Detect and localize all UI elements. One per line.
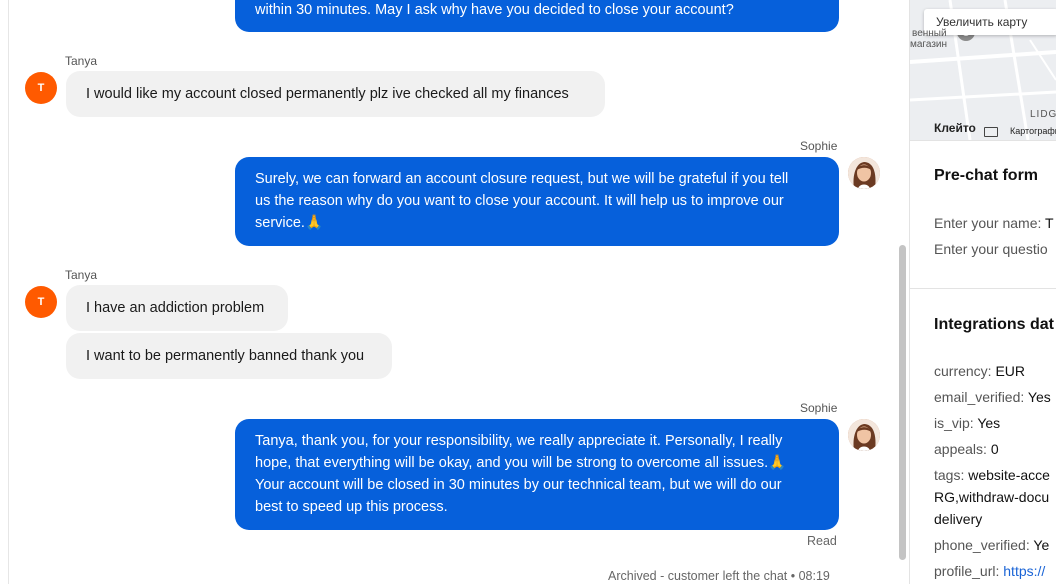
message-line: us the reason why do you want to close y… [255,193,784,209]
profile-url-field: profile_url: https:// [934,563,1045,579]
map-poi-label: магазин [910,39,948,50]
field-label: phone_verified: [934,537,1030,553]
field-label: email_verified: [934,389,1025,405]
message-line: Surely, we can forward an account closur… [255,171,789,187]
email-verified-field: email_verified: Yes [934,389,1051,405]
customer-message-bubble: I would like my account closed permanent… [66,71,605,117]
agent-name: Sophie [800,139,838,153]
is-vip-field: is_vip: Yes [934,415,1000,431]
message-text: I want to be permanently banned thank yo… [86,348,365,364]
field-label: Enter your questio [934,241,1048,257]
message-line: best to speed up this process. [255,499,448,515]
agent-avatar [848,157,880,189]
agent-name: Sophie [800,401,838,415]
details-panel: Увеличить карту венный магазин LIDGE Кле… [910,0,1056,584]
message-text: I would like my account closed permanent… [86,86,569,102]
field-value: 0 [990,441,999,457]
map-poi-label: венный [912,28,947,39]
message-line: hope, that everything will be okay, and … [255,455,787,471]
tags-field: tags: website-acce [934,467,1050,483]
phone-verified-field: phone_verified: Ye [934,537,1049,553]
agent-message-bubble: Surely, we can forward an account closur… [235,157,839,246]
map-city-label: Клейто [934,121,976,135]
keyboard-shortcuts-icon[interactable] [984,127,998,137]
profile-url-link[interactable]: https:// [1003,563,1045,579]
integrations-data-title: Integrations dat [934,316,1055,333]
field-label: tags: [934,467,965,483]
customer-message-bubble: I want to be permanently banned thank yo… [66,333,392,379]
customer-name: Tanya [65,268,98,282]
agent-avatar [848,419,880,451]
field-value: EUR [995,363,1026,379]
section-divider [910,288,1056,289]
prechat-question-field: Enter your questio [934,241,1048,257]
location-map[interactable]: Увеличить карту венный магазин LIDGE Кле… [910,0,1056,140]
section-divider [910,140,1056,141]
currency-field: currency: EUR [934,363,1025,379]
message-line: service.🙏 [255,215,324,231]
message-text: within 30 minutes. May I ask why have yo… [255,2,734,18]
agent-message-bubble: within 30 minutes. May I ask why have yo… [235,0,839,32]
chat-transcript: within 30 minutes. May I ask why have yo… [8,0,903,584]
field-label: currency: [934,363,992,379]
message-line: Tanya, thank you, for your responsibilit… [255,433,783,449]
message-text: I have an addiction problem [86,300,265,316]
field-label: is_vip: [934,415,974,431]
map-street-label: LIDGE [1030,109,1056,120]
field-label: appeals: [934,441,987,457]
customer-name: Tanya [65,54,98,68]
field-value: website-acce [968,467,1050,483]
agent-message-bubble: Tanya, thank you, for your responsibilit… [235,419,839,530]
archived-status: Archived - customer left the chat • 08:1… [608,569,830,583]
prechat-form-title: Pre-chat form [934,167,1039,184]
field-label: profile_url: [934,563,1000,579]
field-value: Yes [977,415,1001,431]
map-attribution[interactable]: Картографи [1010,126,1056,136]
message-line: Your account will be closed in 30 minute… [255,477,782,493]
field-value: Yes [1027,389,1051,405]
customer-avatar: T [25,286,57,318]
customer-avatar: T [25,72,57,104]
field-value: T [1045,215,1054,231]
read-receipt: Read [807,534,837,548]
field-value: Ye [1033,537,1050,553]
tags-field-continued: delivery [934,511,983,527]
field-label: Enter your name: [934,215,1042,231]
tags-field-continued: RG,withdraw-docu [934,489,1050,505]
appeals-field: appeals: 0 [934,441,999,457]
customer-message-bubble: I have an addiction problem [66,285,288,331]
chat-scrollbar-thumb[interactable] [899,245,906,560]
prechat-name-field: Enter your name: T [934,215,1054,231]
